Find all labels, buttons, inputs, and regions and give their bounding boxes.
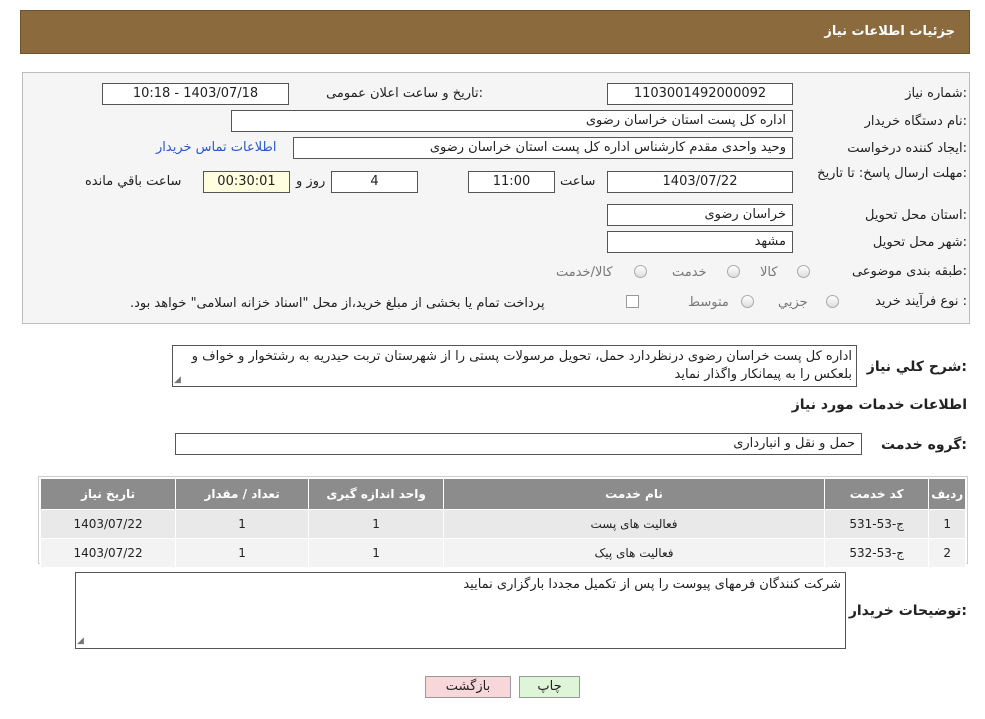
process-label: نوع فرآیند خرید : <box>875 294 967 309</box>
deadline-time-label: ساعت <box>560 174 596 189</box>
description-label: شرح کلي نیاز: <box>866 359 967 375</box>
category-goods-service-radio[interactable] <box>634 265 647 278</box>
creator-label: ایجاد کننده درخواست: <box>847 141 967 156</box>
services-section-title: اطلاعات خدمات مورد نیاز <box>791 397 967 413</box>
col-service-name: نام خدمت <box>443 478 825 510</box>
buyer-notes-textarea[interactable]: شرکت کنندگان فرمهای پیوست را پس از تکمیل… <box>75 572 846 649</box>
table-row[interactable]: 1 ج-53-531 فعالیت های پست 1 1 1403/07/22 <box>39 509 966 539</box>
cell-need-date: 1403/07/22 <box>39 509 177 539</box>
category-label: طبقه بندی موضوعی: <box>851 264 967 279</box>
resize-handle-icon: ◢ <box>174 375 181 385</box>
need-number-label: شماره نیاز: <box>905 86 967 101</box>
contact-info-link[interactable]: اطلاعات تماس خریدار <box>156 140 276 155</box>
process-medium-radio[interactable] <box>741 295 754 308</box>
back-button[interactable]: بازگشت <box>425 676 511 698</box>
cell-unit: 1 <box>308 538 445 568</box>
cell-quantity: 1 <box>175 538 310 568</box>
category-service-label: خدمت <box>672 265 707 280</box>
announce-field[interactable]: 1403/07/18 - 10:18 <box>102 83 289 105</box>
process-medium-label: متوسط <box>688 295 729 310</box>
cell-unit: 1 <box>308 509 445 539</box>
col-quantity: تعداد / مقدار <box>175 478 310 510</box>
deadline-label: مهلت ارسال پاسخ: تا تاریخ: <box>817 166 967 181</box>
process-partial-radio[interactable] <box>826 295 839 308</box>
city-label: شهر محل تحویل: <box>872 235 967 250</box>
city-field[interactable]: مشهد <box>607 231 793 253</box>
services-table: ردیف کد خدمت نام خدمت واحد اندازه گیری ت… <box>39 478 966 568</box>
need-number-field[interactable]: 1103001492000092 <box>607 83 793 105</box>
cell-need-date: 1403/07/22 <box>39 538 177 568</box>
description-textarea[interactable]: اداره کل پست خراسان رضوی درنظردارد حمل، … <box>172 345 857 387</box>
page-header: جزئیات اطلاعات نیاز <box>20 10 970 54</box>
col-unit: واحد اندازه گیری <box>308 478 445 510</box>
buyer-org-label: نام دستگاه خریدار: <box>864 114 967 129</box>
buyer-notes-label: توضیحات خریدار: <box>848 603 967 619</box>
cell-row-number: 2 <box>928 538 966 568</box>
service-group-field[interactable]: حمل و نقل و انبارداری <box>175 433 862 455</box>
cell-service-name: فعالیت های پیک <box>443 538 825 568</box>
col-need-date: تاریخ نیاز <box>39 478 177 510</box>
treasury-checkbox[interactable] <box>626 295 639 308</box>
payment-note: پرداخت تمام یا بخشی از مبلغ خرید،از محل … <box>130 296 545 311</box>
announce-label: تاریخ و ساعت اعلان عمومی: <box>326 86 483 101</box>
page-title: جزئیات اطلاعات نیاز <box>824 24 955 39</box>
cell-quantity: 1 <box>175 509 310 539</box>
buyer-org-field[interactable]: اداره کل پست استان خراسان رضوی <box>231 110 793 132</box>
cell-row-number: 1 <box>928 509 966 539</box>
days-label: روز و <box>296 174 326 189</box>
category-goods-label: کالا <box>760 265 778 280</box>
resize-handle-icon: ◢ <box>77 636 84 646</box>
deadline-date-field[interactable]: 1403/07/22 <box>607 171 793 193</box>
category-goods-service-label: کالا/خدمت <box>556 265 613 280</box>
remaining-label: ساعت باقي مانده <box>85 174 182 189</box>
process-partial-label: جزیي <box>778 295 808 310</box>
deadline-time-field[interactable]: 11:00 <box>468 171 555 193</box>
remaining-time-field: 00:30:01 <box>203 171 290 193</box>
table-header-row: ردیف کد خدمت نام خدمت واحد اندازه گیری ت… <box>39 478 966 510</box>
province-label: استان محل تحویل: <box>865 208 967 223</box>
cell-service-code: ج-53-532 <box>823 538 930 568</box>
cell-service-name: فعالیت های پست <box>443 509 825 539</box>
creator-field[interactable]: وحید واحدی مقدم کارشناس اداره کل پست است… <box>293 137 793 159</box>
days-field[interactable]: 4 <box>331 171 418 193</box>
cell-service-code: ج-53-531 <box>823 509 930 539</box>
print-button[interactable]: چاپ <box>519 676 580 698</box>
category-goods-radio[interactable] <box>797 265 810 278</box>
province-field[interactable]: خراسان رضوی <box>607 204 793 226</box>
col-service-code: کد خدمت <box>823 478 930 510</box>
table-row[interactable]: 2 ج-53-532 فعالیت های پیک 1 1 1403/07/22 <box>39 538 966 568</box>
col-row-number: ردیف <box>928 478 966 510</box>
category-service-radio[interactable] <box>727 265 740 278</box>
service-group-label: گروه خدمت: <box>881 437 967 453</box>
